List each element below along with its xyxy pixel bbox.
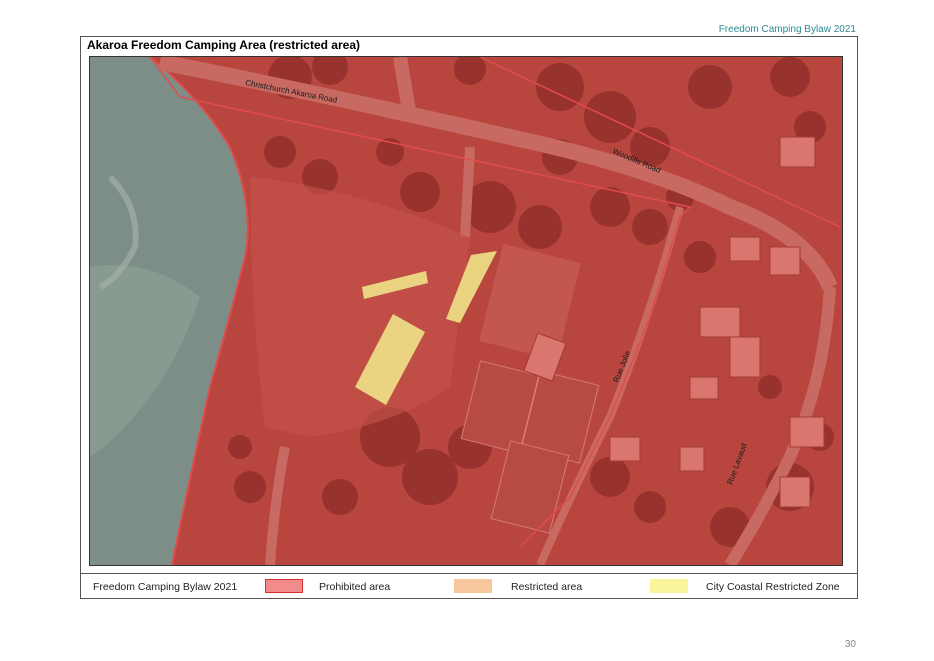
- map-frame: Akaroa Freedom Camping Area (restricted …: [80, 36, 858, 599]
- map-svg: Christchurch Akaroa Road Woodills Road R…: [90, 57, 842, 565]
- legend-label-prohibited: Prohibited area: [319, 581, 391, 593]
- legend-swatch-coastal: [650, 579, 688, 593]
- legend-title: Freedom Camping Bylaw 2021: [93, 581, 238, 593]
- map-title: Akaroa Freedom Camping Area (restricted …: [87, 38, 360, 52]
- page-number: 30: [844, 639, 856, 650]
- road-spur: [393, 57, 417, 119]
- aerial-map[interactable]: Christchurch Akaroa Road Woodills Road R…: [89, 56, 843, 566]
- document-title: Freedom Camping Bylaw 2021: [718, 24, 856, 35]
- legend-label-restricted: Restricted area: [511, 581, 583, 593]
- road-access: [460, 146, 475, 238]
- legend-swatch-prohibited: [265, 579, 303, 593]
- legend-swatch-restricted: [454, 579, 492, 593]
- legend: Freedom Camping Bylaw 2021 Prohibited ar…: [81, 573, 857, 600]
- legend-label-coastal: City Coastal Restricted Zone: [706, 581, 840, 593]
